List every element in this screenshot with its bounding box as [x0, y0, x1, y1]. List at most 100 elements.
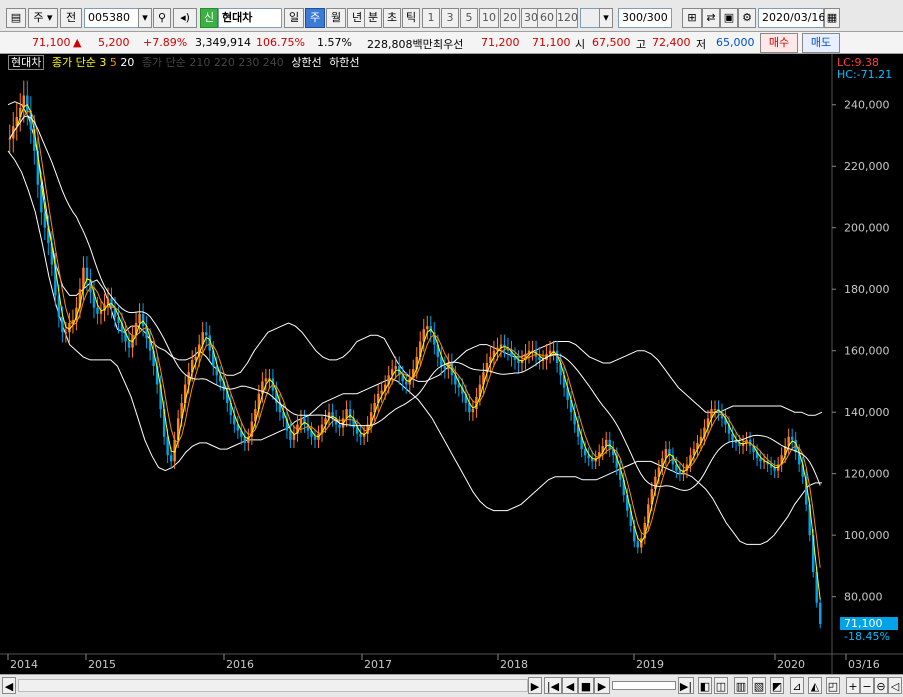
- last-price-label: 71,100: [844, 617, 883, 630]
- stock-name-field[interactable]: 현대차: [218, 8, 282, 28]
- candle-body: [394, 366, 397, 370]
- new-badge: 신: [200, 8, 218, 28]
- scroll-right-arrow[interactable]: ▶: [528, 677, 542, 694]
- turnover-value: 1.57%: [317, 36, 352, 49]
- period-tick[interactable]: 틱: [402, 8, 420, 28]
- amount-value: 228,808백만: [367, 38, 433, 51]
- period-week[interactable]: 주: [305, 8, 325, 28]
- count-dropdown-icon[interactable]: ▾: [599, 8, 613, 28]
- last-button[interactable]: ▶|: [678, 677, 694, 694]
- code-dropdown-icon[interactable]: ▾: [138, 8, 152, 28]
- candle-body: [26, 95, 29, 111]
- reset-icon[interactable]: ⊖: [874, 677, 888, 694]
- candle-body: [85, 267, 89, 280]
- open-label: 시: [575, 38, 586, 51]
- chart-svg: 240,000 220,000 200,000 180,000 160,000 140,0…: [0, 54, 903, 674]
- y-tick-label: 80,000: [844, 591, 883, 604]
- period-minute[interactable]: 분: [364, 8, 382, 28]
- x-tick-label: 2015: [88, 658, 116, 671]
- count-value-field[interactable]: 300/300: [618, 8, 672, 28]
- candle-body: [106, 298, 110, 305]
- period-month[interactable]: 월: [326, 8, 346, 28]
- chart-tool-2-icon[interactable]: ◫: [714, 677, 728, 694]
- x-tick-label: 2018: [500, 658, 528, 671]
- candle-body: [264, 378, 268, 382]
- candle-body: [636, 541, 640, 548]
- bottom-scrollbar: ◀ ▶ |◀ ◀ ■ ▶ ▶| ◧ ◫ ▥ ▧ ◩ ⊿ ◭ ◰ + − ⊖ ◁: [0, 674, 903, 697]
- prev-button[interactable]: ◀: [562, 677, 578, 694]
- period-second[interactable]: 초: [383, 8, 401, 28]
- volume-ratio: 106.75%: [256, 36, 305, 49]
- x-tick-label: 2020: [777, 658, 805, 671]
- zoom-in-icon[interactable]: +: [846, 677, 860, 694]
- code-input[interactable]: 005380: [84, 8, 140, 28]
- count-5[interactable]: 5: [460, 8, 478, 28]
- y-tick-label: 100,000: [844, 529, 890, 542]
- mode-button[interactable]: 전: [60, 8, 82, 28]
- count-60[interactable]: 60: [537, 8, 557, 28]
- candle-body: [313, 436, 317, 440]
- count-10[interactable]: 10: [479, 8, 499, 28]
- candle-body: [759, 458, 762, 462]
- ma20-line: [9, 115, 821, 491]
- chart-tool-6-icon[interactable]: ⊿: [790, 677, 804, 694]
- date-field[interactable]: 2020/03/16: [758, 8, 825, 28]
- candle-body: [110, 298, 113, 308]
- y-tick-label: 140,000: [844, 406, 890, 419]
- stop-button[interactable]: ■: [578, 677, 594, 694]
- candle-body: [169, 455, 173, 462]
- zoom-out-icon[interactable]: −: [860, 677, 874, 694]
- open-value: 67,500: [592, 36, 631, 49]
- candle-body: [338, 424, 341, 428]
- chart-settings-icon[interactable]: ⊞: [682, 8, 702, 28]
- chart-type-icon[interactable]: ▤: [6, 8, 26, 28]
- first-button[interactable]: |◀: [544, 677, 562, 694]
- x-tick-label: 2014: [10, 658, 38, 671]
- ma3-line: [9, 103, 821, 600]
- collapse-icon[interactable]: ◁: [888, 677, 902, 694]
- market-select[interactable]: 주 ▾: [28, 8, 58, 28]
- count-3[interactable]: 3: [441, 8, 459, 28]
- candle-body: [299, 418, 303, 425]
- volume-value: 3,349,914: [195, 36, 251, 49]
- compare-icon[interactable]: ⇄: [702, 8, 720, 28]
- candle-body: [548, 350, 552, 354]
- market-label: 주: [33, 11, 44, 24]
- chart-tool-1-icon[interactable]: ◧: [698, 677, 712, 694]
- best-label: 최우선: [433, 38, 464, 51]
- search-icon[interactable]: ⚲: [153, 8, 171, 28]
- scroll-left-arrow[interactable]: ◀: [2, 677, 16, 694]
- save-icon[interactable]: ▣: [720, 8, 738, 28]
- chart-tool-4-icon[interactable]: ▧: [752, 677, 766, 694]
- quote-bar: 71,100 ▲ 5,200 +7.89% 3,349,914 106.75% …: [0, 32, 903, 54]
- sell-button[interactable]: 매도: [802, 33, 840, 53]
- gear-icon[interactable]: ⚙: [738, 8, 756, 28]
- high-value: 72,400: [652, 36, 691, 49]
- zoom-slider[interactable]: [612, 681, 676, 690]
- chart-tool-8-icon[interactable]: ◰: [826, 677, 840, 694]
- candle-body: [205, 332, 208, 336]
- speaker-icon[interactable]: ◂): [173, 8, 197, 28]
- candle-body: [457, 384, 461, 388]
- buy-button[interactable]: 매수: [760, 33, 798, 53]
- count-120[interactable]: 120: [556, 8, 578, 28]
- chart-tool-7-icon[interactable]: ◭: [808, 677, 822, 694]
- y-tick-label: 200,000: [844, 222, 890, 235]
- chart-tool-3-icon[interactable]: ▥: [734, 677, 748, 694]
- period-day[interactable]: 일: [284, 8, 304, 28]
- change-pct: +7.89%: [143, 36, 188, 49]
- count-1[interactable]: 1: [422, 8, 440, 28]
- scroll-track[interactable]: [18, 679, 528, 692]
- next-button[interactable]: ▶: [594, 677, 610, 694]
- x-tick-label: 2017: [364, 658, 392, 671]
- candle-body: [443, 366, 447, 370]
- y-tick-label: 160,000: [844, 345, 890, 358]
- candle-body: [819, 602, 822, 625]
- price-chart[interactable]: 현대차 종가 단순 3 5 20 종가 단순 210 220 230 240 상…: [0, 54, 903, 674]
- calendar-icon[interactable]: ▦: [824, 8, 840, 28]
- chart-tool-5-icon[interactable]: ◩: [770, 677, 784, 694]
- count-20[interactable]: 20: [500, 8, 520, 28]
- candle-body: [380, 390, 383, 394]
- change-value: 5,200: [98, 36, 130, 49]
- candle-body: [426, 326, 429, 330]
